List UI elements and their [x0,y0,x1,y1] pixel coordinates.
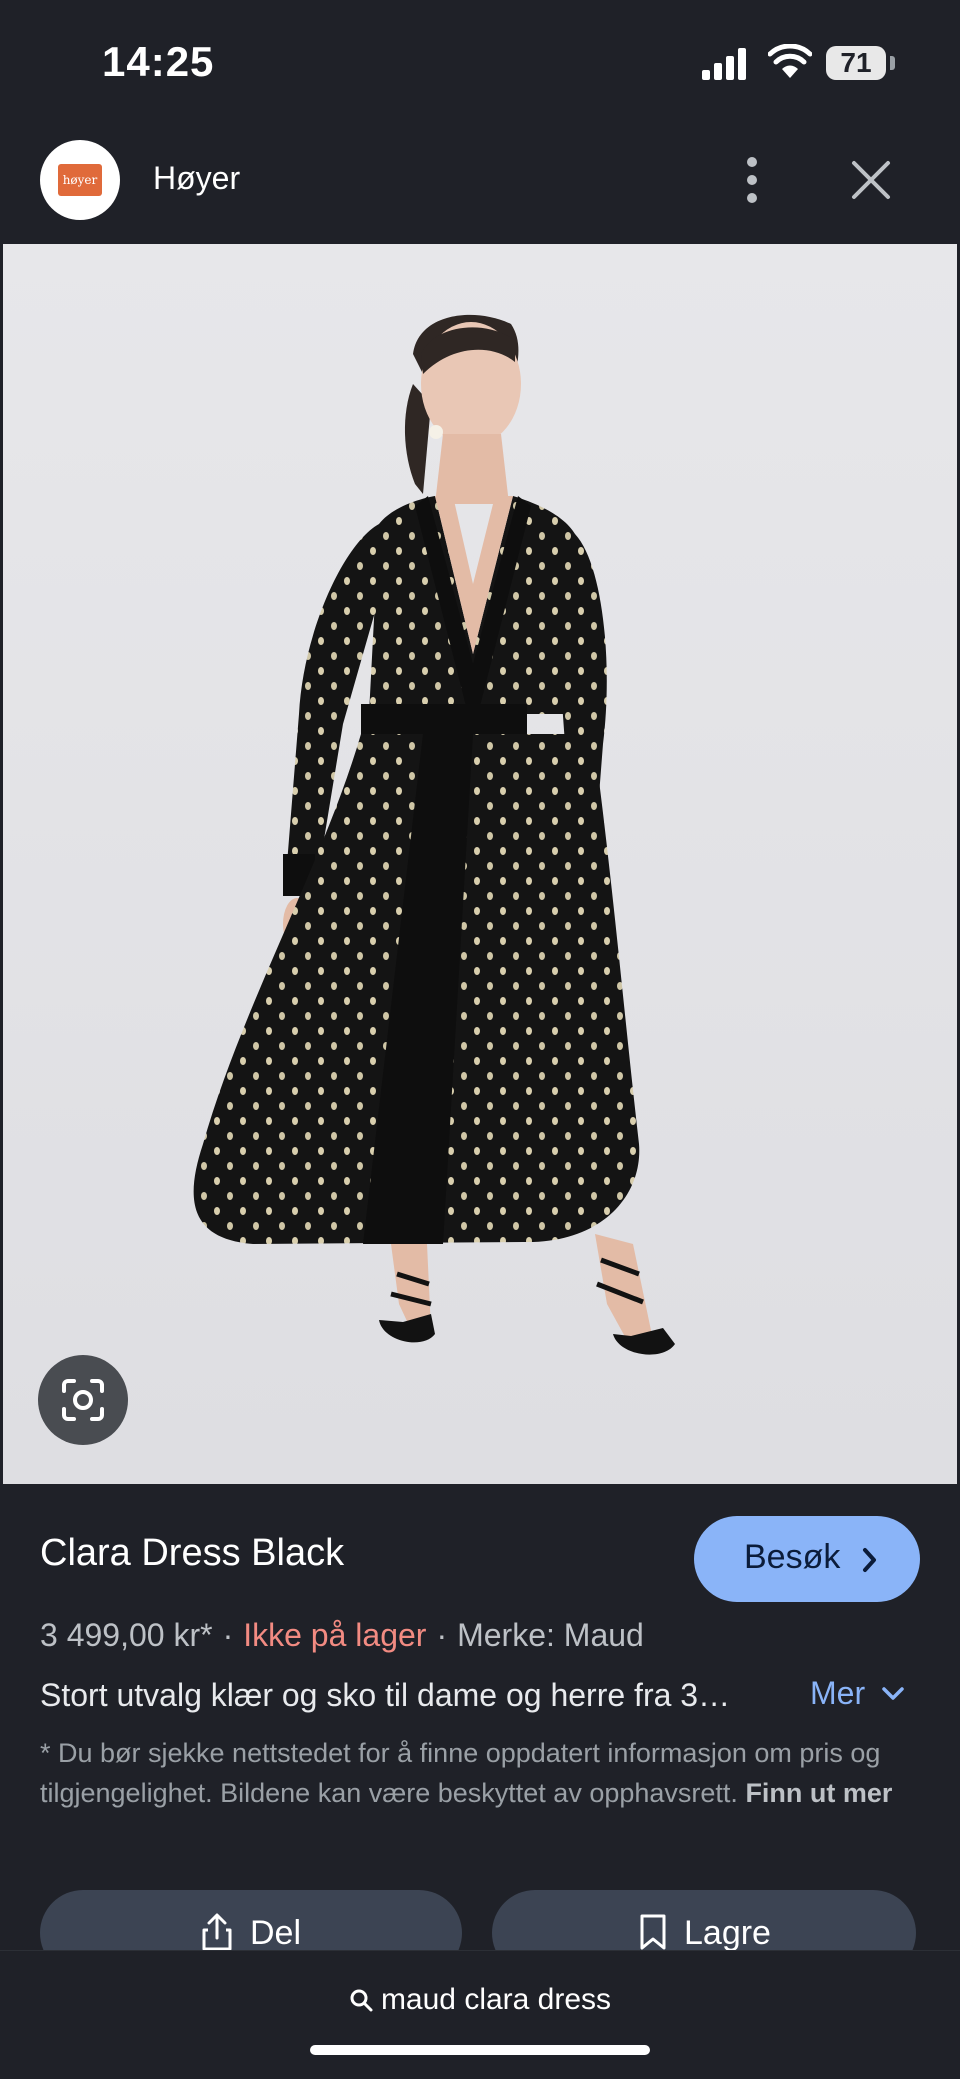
share-label: Del [250,1914,302,1952]
site-logo-text: høyer [58,164,102,196]
product-description: Stort utvalg klær og sko til dame og her… [40,1677,731,1713]
battery-icon: 71 [826,46,886,80]
separator-dot: · [436,1617,448,1653]
search-query-text: maud clara dress [380,1983,612,2016]
site-header: høyer Høyer [0,130,960,240]
site-name[interactable]: Høyer [153,160,240,197]
bottom-search-bar[interactable]: maud clara dress [0,1950,960,2079]
disclaimer: * Du bør sjekke nettstedet for å finne o… [40,1733,920,1813]
lens-icon [62,1379,104,1421]
more-button[interactable]: Mer [810,1675,906,1712]
chevron-down-icon [882,1687,904,1700]
lens-search-button[interactable] [38,1355,128,1445]
separator-dot: · [222,1617,234,1653]
search-query[interactable]: maud clara dress [0,1983,960,2017]
search-icon [350,1989,373,2012]
model-dress-illustration [3,244,957,1484]
chevron-right-icon [863,1548,876,1572]
more-options-icon[interactable] [730,150,774,210]
close-icon[interactable] [846,152,896,208]
battery-nub [890,56,895,70]
visit-button-label: Besøk [744,1538,841,1576]
battery-level: 71 [840,47,872,78]
status-time: 14:25 [102,38,215,85]
wifi-icon [768,44,812,78]
share-icon [202,1913,232,1951]
save-label: Lagre [684,1914,771,1952]
product-price: 3 499,00 kr* [40,1617,213,1653]
home-indicator[interactable] [310,2045,650,2055]
site-logo[interactable]: høyer [40,140,120,220]
product-title: Clara Dress Black [40,1532,345,1574]
status-bar: 14:25 71 [0,0,960,120]
visit-button[interactable]: Besøk [694,1516,920,1602]
more-label: Mer [810,1675,866,1711]
stock-status: Ikke på lager [243,1617,427,1653]
product-image[interactable] [3,244,957,1484]
product-brand: Merke: Maud [457,1617,644,1653]
cellular-signal-icon [702,48,746,80]
bookmark-icon [640,1914,666,1950]
product-meta: 3 499,00 kr* · Ikke på lager · Merke: Maud [40,1617,644,1654]
learn-more-link[interactable]: Finn ut mer [745,1778,892,1808]
